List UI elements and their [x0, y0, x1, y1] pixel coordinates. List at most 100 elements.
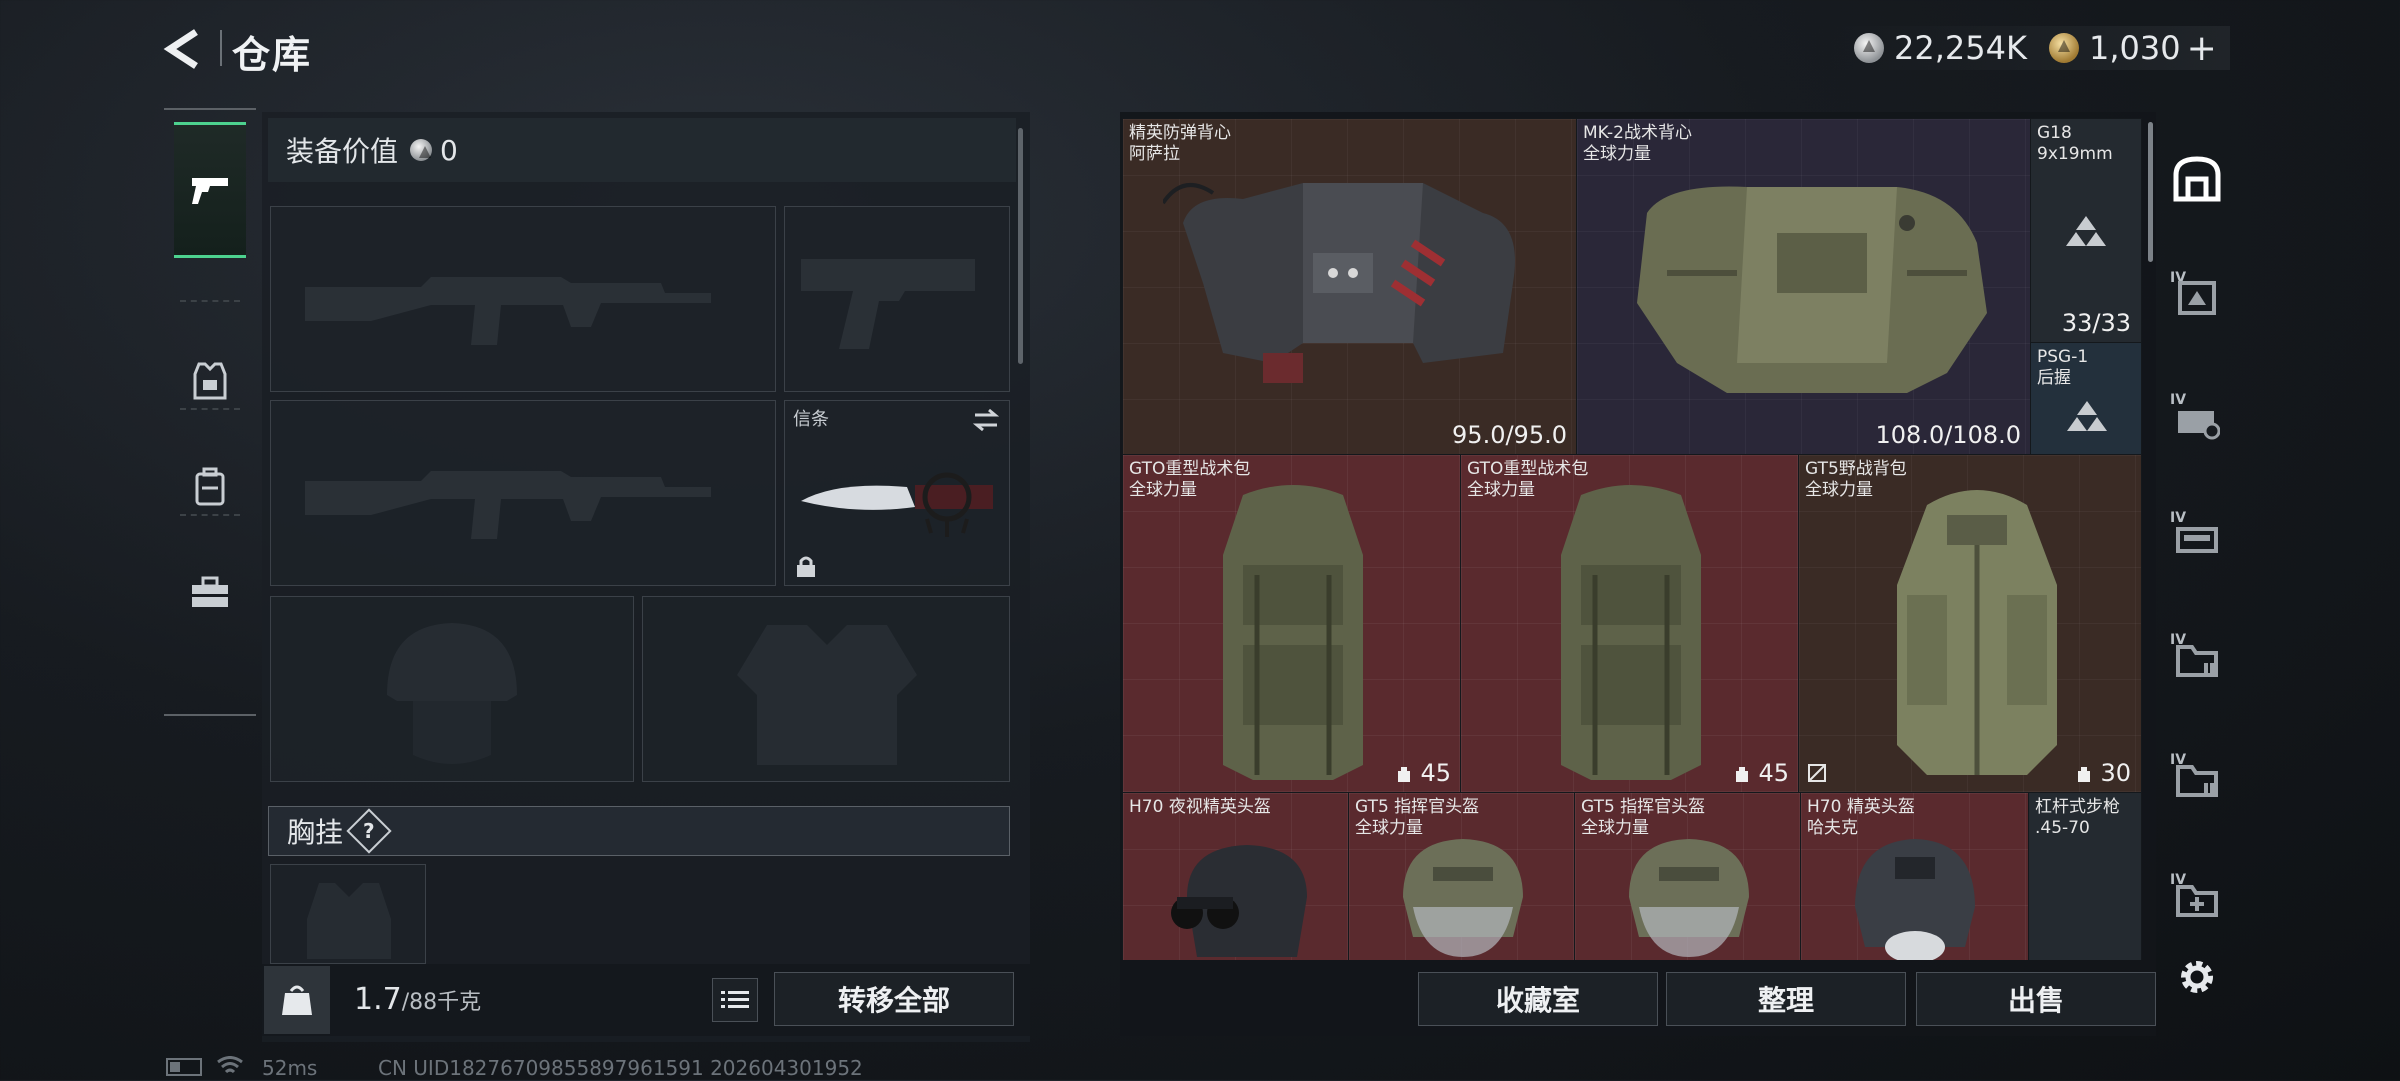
melee-slot[interactable]: 信条 [784, 400, 1010, 586]
equipment-value-label: 装备价值 [286, 135, 399, 168]
body-armor-slot[interactable] [642, 596, 1010, 782]
storage-tab-3[interactable] [2166, 506, 2228, 568]
sidearm-slot[interactable] [784, 206, 1010, 392]
item-name: MK-2战术背心 全球力量 [1583, 123, 1692, 164]
elite-helmet-item-icon [1855, 839, 1975, 960]
folder-icon [2176, 645, 2218, 677]
inventory-item[interactable]: MK-2战术背心 全球力量 108.0/108.0 [1576, 118, 2032, 456]
currency-bar: 22,254K 1,030 + [1830, 26, 2230, 70]
list-view-button[interactable] [712, 978, 758, 1022]
primary-weapon-slot-2[interactable] [270, 400, 776, 586]
pistol-icon [192, 178, 228, 204]
pistol-silhouette-icon [801, 259, 975, 349]
settings-button[interactable] [2166, 946, 2228, 1008]
equipment-value: 0 [440, 133, 458, 167]
tab-weapons[interactable] [174, 122, 246, 258]
weapon-crate-icon [2176, 527, 2218, 553]
add-storage-tab[interactable] [2166, 868, 2228, 930]
equipment-category-tabs [164, 108, 256, 716]
chest-rig-bar: 胸挂 ? [268, 806, 1010, 856]
inventory-scrollbar[interactable] [2148, 122, 2153, 262]
inventory-item[interactable]: GT5 指挥官头盔 全球力量 [1574, 792, 1802, 960]
backpack-capacity-icon [1735, 767, 1748, 782]
heavy-backpack-item-icon [1561, 485, 1701, 780]
rifle-silhouette-icon [305, 277, 711, 345]
add-storage-icon [2176, 885, 2218, 917]
item-durability: 95.0/95.0 [1452, 421, 1567, 449]
item-name: PSG-1 后握 [2037, 347, 2089, 388]
chest-rig-label: 胸挂 [287, 816, 344, 849]
backpack-capacity-icon [2077, 767, 2090, 782]
transfer-all-button[interactable]: 转移全部 [774, 972, 1014, 1026]
commander-helmet-item-icon [1403, 839, 1523, 957]
swap-icon[interactable] [971, 407, 1001, 433]
inventory-item[interactable]: PSG-1 后握 [2030, 342, 2142, 456]
back-arrow-icon [163, 29, 198, 69]
melee-slot-label: 信条 [793, 409, 829, 430]
item-name: H70 夜视精英头盔 [1129, 797, 1271, 817]
silver-coin-icon [1854, 33, 1884, 63]
storage-tab-2[interactable] [2166, 388, 2228, 450]
item-name: 精英防弹背心 阿萨拉 [1129, 123, 1231, 164]
primary-weapon-slot-1[interactable] [270, 206, 776, 392]
inventory-item[interactable]: GTO重型战术包 全球力量 45 [1122, 454, 1462, 794]
inventory-item[interactable]: GT5野战背包 全球力量 30 [1798, 454, 2142, 794]
sort-button[interactable]: 整理 [1666, 972, 1906, 1026]
inventory-item[interactable]: GTO重型战术包 全球力量 45 [1460, 454, 1800, 794]
sell-button[interactable]: 出售 [1916, 972, 2156, 1026]
knife-item-icon [801, 472, 993, 537]
wifi-icon [216, 1056, 244, 1081]
no-insure-icon [1808, 764, 1826, 782]
silver-currency-value: 22,254K [1894, 29, 2027, 67]
equipment-scrollbar[interactable] [1018, 128, 1023, 364]
inventory-item[interactable]: H70 精英头盔 哈夫克 [1800, 792, 2030, 960]
ammo-triangle-icon [2066, 216, 2106, 246]
page-title: 仓库 [232, 33, 313, 77]
inventory-item[interactable]: 杠杆式步枪 .45-70 [2028, 792, 2142, 960]
inventory-item[interactable]: H70 夜视精英头盔 [1122, 792, 1350, 960]
chest-rig-slot[interactable] [270, 864, 426, 964]
help-icon[interactable]: ? [346, 808, 392, 854]
storage-tab-1[interactable] [2166, 266, 2228, 328]
inventory-item[interactable]: 精英防弹背心 阿萨拉 95.0/95.0 [1122, 118, 1578, 456]
backpack-capacity-icon [1397, 767, 1410, 782]
tab-divider [180, 514, 240, 516]
gear-icon [2181, 961, 2213, 993]
inventory-item[interactable]: G18 9x19mm 33/33 [2030, 118, 2142, 344]
gold-coin-icon [2048, 33, 2079, 63]
item-capacity: 30 [2075, 759, 2131, 787]
vault-icon [2173, 156, 2221, 202]
vault-tab[interactable] [2166, 148, 2228, 210]
tab-case[interactable] [174, 528, 246, 658]
crate-icon [2178, 281, 2216, 315]
storage-tab-4[interactable] [2166, 628, 2228, 690]
collection-room-button[interactable]: 收藏室 [1418, 972, 1658, 1026]
item-ammo-count: 33/33 [2061, 309, 2131, 337]
weight-icon [282, 985, 312, 1015]
user-uid: CN UID18276709855897961591 202604301952 [378, 1056, 863, 1080]
vest-silhouette-icon [737, 625, 917, 765]
storage-tab-5[interactable] [2166, 748, 2228, 810]
item-name: G18 9x19mm [2037, 123, 2113, 164]
helmet-slot[interactable] [270, 596, 634, 782]
item-capacity: 45 [1733, 759, 1789, 787]
add-currency-button[interactable]: + [2187, 28, 2217, 69]
value-coin-icon [410, 139, 433, 161]
gold-currency-value: 1,030 [2088, 29, 2181, 67]
item-name: 杠杆式步枪 .45-70 [2035, 797, 2120, 838]
commander-helmet-item-icon [1629, 839, 1749, 957]
lock-icon [797, 556, 815, 577]
rifle-silhouette-icon [305, 471, 711, 539]
help-icon-label: ? [363, 818, 375, 843]
tab-divider [180, 300, 240, 302]
battery-icon [166, 1058, 202, 1076]
item-capacity: 45 [1395, 759, 1451, 787]
carry-weight-current: 1.7 [354, 982, 402, 1017]
item-durability: 108.0/108.0 [1875, 421, 2022, 449]
title-divider [220, 30, 222, 66]
inventory-item[interactable]: GT5 指挥官头盔 全球力量 [1348, 792, 1576, 960]
night-vision-helmet-item-icon [1171, 845, 1307, 957]
back-button[interactable] [160, 26, 206, 72]
elite-vest-item-icon [1163, 183, 1515, 383]
armor-icon [193, 362, 227, 400]
